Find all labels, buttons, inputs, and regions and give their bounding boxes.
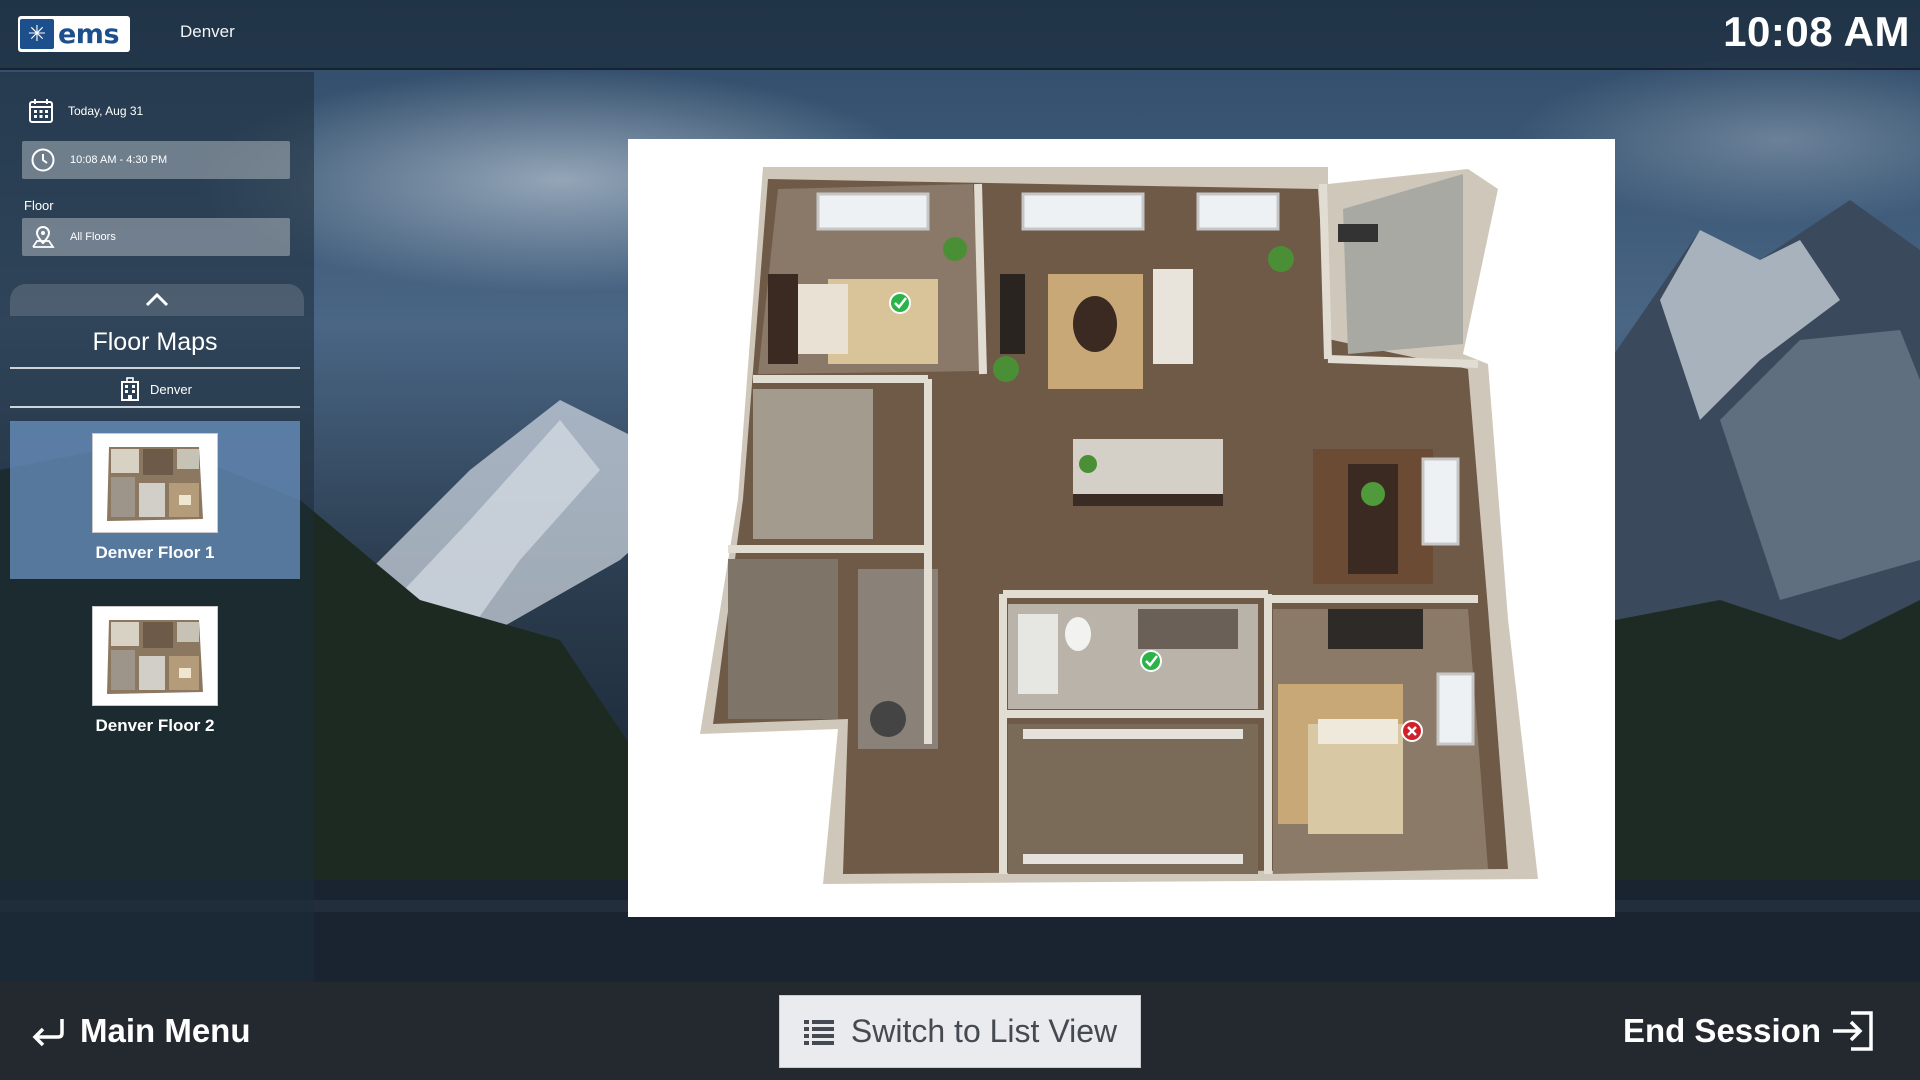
divider-top bbox=[10, 367, 300, 369]
building-icon bbox=[121, 377, 140, 401]
floor-field[interactable]: All Floors bbox=[22, 218, 290, 256]
location-label: Denver bbox=[180, 22, 235, 41]
floor-value-text: All Floors bbox=[70, 231, 116, 243]
clock-icon bbox=[31, 148, 55, 172]
date-selector[interactable]: Today, Aug 31 bbox=[28, 98, 143, 124]
clock: 10:08 AM bbox=[1723, 8, 1910, 55]
divider-bottom bbox=[10, 406, 300, 408]
floor-map-name: Denver Floor 2 bbox=[95, 716, 215, 735]
map-pin-icon bbox=[32, 225, 55, 248]
available-marker[interactable] bbox=[1140, 650, 1162, 672]
floor-map-thumbnail bbox=[92, 606, 218, 706]
main-menu-label: Main Menu bbox=[80, 1012, 251, 1049]
floor-label: Floor bbox=[24, 198, 54, 213]
main-menu-button[interactable]: Main Menu bbox=[28, 1004, 251, 1058]
building-selector[interactable]: Denver bbox=[10, 374, 300, 404]
floor-map-name: Denver Floor 1 bbox=[95, 543, 215, 562]
collapse-panel-button[interactable] bbox=[10, 284, 304, 316]
ems-logo: ✳ ems bbox=[18, 16, 130, 52]
switch-to-list-view-button[interactable]: Switch to List View bbox=[779, 995, 1141, 1068]
floor-map-card-2[interactable]: Denver Floor 2 bbox=[10, 594, 300, 752]
sidebar: Today, Aug 31 10:08 AM - 4:30 PM Floor A… bbox=[0, 72, 314, 982]
top-bar: ✳ ems Denver 10:08 AM bbox=[0, 0, 1920, 70]
building-name: Denver bbox=[150, 381, 192, 397]
exit-icon bbox=[1833, 1011, 1873, 1051]
logo-burst-icon: ✳ bbox=[20, 19, 54, 49]
available-marker[interactable] bbox=[889, 292, 911, 314]
end-session-label: End Session bbox=[1622, 1012, 1821, 1049]
return-arrow-icon bbox=[32, 1019, 64, 1047]
logo-text: ems bbox=[58, 18, 120, 50]
floor-map-card-1[interactable]: Denver Floor 1 bbox=[10, 421, 300, 579]
floor-map-thumbnail bbox=[92, 433, 218, 533]
floor-plan-image bbox=[700, 167, 1538, 884]
time-range-field[interactable]: 10:08 AM - 4:30 PM bbox=[22, 141, 290, 179]
panel-title: Floor Maps bbox=[92, 328, 218, 356]
time-range-text: 10:08 AM - 4:30 PM bbox=[70, 154, 168, 166]
list-icon bbox=[803, 1019, 834, 1045]
switch-view-label: Switch to List View bbox=[850, 1013, 1118, 1049]
end-session-button[interactable]: End Session bbox=[1623, 1004, 1875, 1058]
unavailable-marker[interactable] bbox=[1401, 720, 1423, 742]
floor-map-view[interactable] bbox=[628, 139, 1615, 917]
calendar-icon bbox=[29, 99, 53, 123]
chevron-up-icon bbox=[145, 292, 169, 307]
bottom-bar: Main Menu Switch to List View End Sessio… bbox=[0, 982, 1920, 1080]
date-text: Today, Aug 31 bbox=[68, 104, 144, 118]
